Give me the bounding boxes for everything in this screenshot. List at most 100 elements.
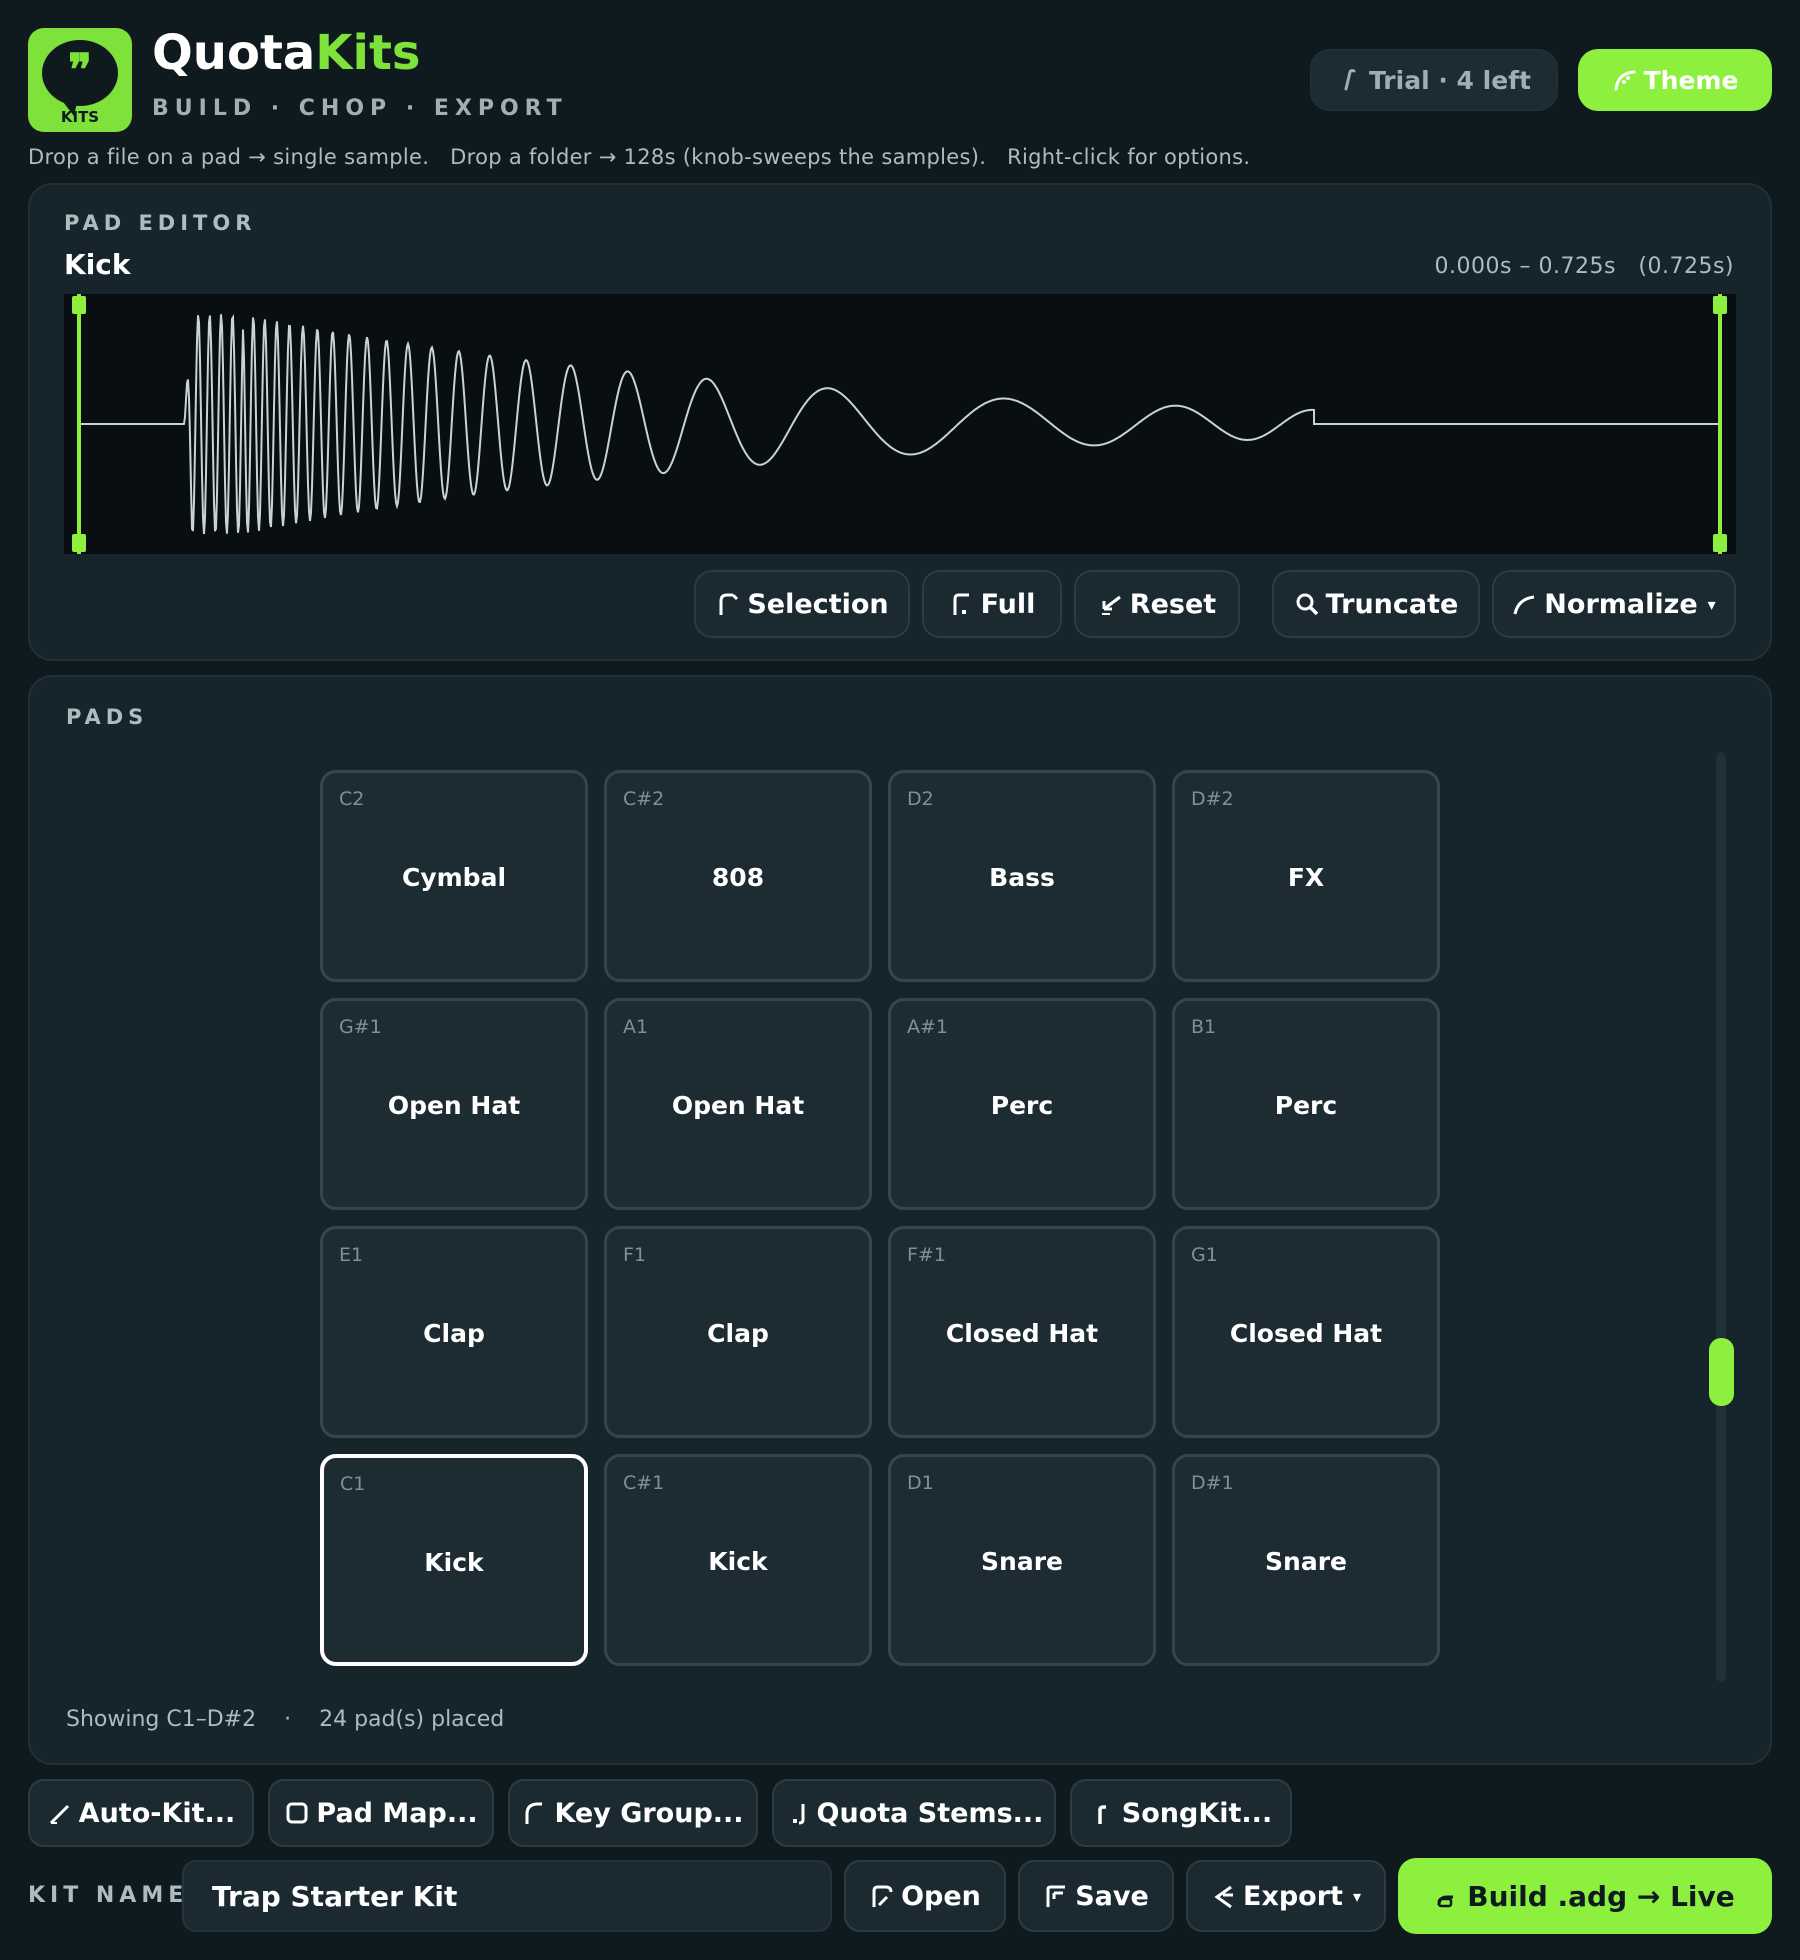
pad-note: D#1 [1191, 1472, 1234, 1494]
truncate-button[interactable]: Truncate [1272, 570, 1480, 638]
export-dropdown[interactable]: Export ▾ [1186, 1860, 1386, 1932]
quote-icon: ❞ [68, 45, 92, 96]
pad-note: A#1 [907, 1016, 949, 1038]
showing-range: Showing C1–D#2 [66, 1707, 257, 1732]
open-button[interactable]: Open [844, 1860, 1006, 1932]
pad-name: Snare [1265, 1547, 1347, 1576]
quota-stems-button[interactable]: Quota Stems... [772, 1779, 1056, 1847]
pad-name: Closed Hat [1229, 1319, 1383, 1348]
pad-name: Open Hat [387, 1091, 521, 1120]
normalize-dropdown[interactable]: Normalize ▾ [1492, 570, 1736, 638]
theme-button[interactable]: Theme [1578, 49, 1772, 111]
pads-status: Showing C1–D#2 · 24 pad(s) placed [66, 1706, 504, 1734]
pen-icon [1337, 67, 1363, 93]
app-logo: ❞ KITS [28, 28, 132, 132]
full-button[interactable]: Full [922, 570, 1062, 638]
kit-name-input[interactable] [182, 1860, 832, 1932]
songkit-button[interactable]: SongKit... [1070, 1779, 1292, 1847]
save-icon [1043, 1883, 1069, 1909]
search-icon [1294, 591, 1320, 617]
theme-label: Theme [1643, 65, 1739, 95]
auto-kit-button[interactable]: Auto-Kit... [28, 1779, 254, 1847]
chevron-down-icon: ▾ [1707, 594, 1716, 614]
app-title: QuotaKits [152, 22, 420, 84]
pad-name: Bass [989, 863, 1055, 892]
pad-name: Perc [1274, 1091, 1338, 1120]
pad[interactable]: C#2 808 [604, 770, 872, 982]
kit-name-label: KIT NAME [28, 1883, 189, 1908]
pad-name: Clap [423, 1319, 485, 1348]
selection-button[interactable]: Selection [694, 570, 910, 638]
pad-name: FX [1287, 863, 1325, 892]
pad-name: 808 [711, 863, 765, 892]
pad-editor-label: PAD EDITOR [64, 211, 257, 235]
pad-name: Clap [707, 1319, 769, 1348]
pads-scrollbar-track[interactable] [1716, 752, 1726, 1682]
waveform-view[interactable] [64, 294, 1736, 554]
pad[interactable]: C1 Kick [320, 1454, 588, 1666]
pad[interactable]: C2 Cymbal [320, 770, 588, 982]
pad-note: A1 [623, 1016, 649, 1038]
trial-label: Trial · 4 left [1369, 65, 1531, 95]
pad[interactable]: A#1 Perc [888, 998, 1156, 1210]
pads-scrollbar-thumb[interactable] [1709, 1338, 1734, 1406]
build-button[interactable]: Build .adg → Live [1398, 1858, 1772, 1934]
songkit-label: SongKit... [1121, 1797, 1273, 1829]
logo-badge: KITS [60, 108, 100, 126]
pad[interactable]: C#1 Kick [604, 1454, 872, 1666]
app-title-part1: Quota [152, 25, 316, 81]
pad[interactable]: F1 Clap [604, 1226, 872, 1438]
export-icon [1211, 1883, 1237, 1909]
waveform [79, 313, 1718, 535]
reset-button[interactable]: Reset [1074, 570, 1240, 638]
pad[interactable]: F#1 Closed Hat [888, 1226, 1156, 1438]
truncate-label: Truncate [1325, 588, 1459, 620]
normalize-icon [1512, 591, 1538, 617]
pad-note: F#1 [907, 1244, 946, 1266]
pad-name: Kick [708, 1547, 768, 1576]
reset-icon [1098, 591, 1124, 617]
app-title-part2: Kits [315, 25, 421, 81]
pad-map-button[interactable]: Pad Map... [268, 1779, 494, 1847]
pad-note: D1 [907, 1472, 934, 1494]
pads-placed-count: 24 pad(s) placed [319, 1707, 505, 1732]
key-group-icon [522, 1800, 548, 1826]
time-range: 0.000s – 0.725s (0.725s) [1434, 254, 1734, 279]
pad[interactable]: A1 Open Hat [604, 998, 872, 1210]
build-label: Build .adg → Live [1467, 1879, 1735, 1913]
key-group-label: Key Group... [554, 1797, 744, 1829]
stems-icon [785, 1800, 811, 1826]
pad-note: C#1 [623, 1472, 665, 1494]
pad[interactable]: D1 Snare [888, 1454, 1156, 1666]
pad-note: B1 [1191, 1016, 1217, 1038]
trial-button[interactable]: Trial · 4 left [1310, 49, 1558, 111]
open-label: Open [901, 1880, 981, 1912]
drop-hint: Drop a file on a pad → single sample. Dr… [28, 145, 1251, 169]
pad-note: E1 [339, 1244, 364, 1266]
reset-label: Reset [1129, 588, 1217, 620]
pad-note: G#1 [339, 1016, 382, 1038]
palette-icon [1612, 67, 1638, 93]
pad-map-label: Pad Map... [316, 1797, 478, 1829]
pad[interactable]: D2 Bass [888, 770, 1156, 982]
save-button[interactable]: Save [1018, 1860, 1174, 1932]
quota-stems-label: Quota Stems... [816, 1797, 1044, 1829]
selection-icon [715, 591, 741, 617]
pad[interactable]: B1 Perc [1172, 998, 1440, 1210]
editor-pad-name: Kick [64, 248, 131, 281]
status-separator: · [284, 1707, 292, 1732]
songkit-icon [1090, 1800, 1116, 1826]
pad[interactable]: G#1 Open Hat [320, 998, 588, 1210]
pad-name: Open Hat [671, 1091, 805, 1120]
normalize-label: Normalize [1544, 588, 1698, 620]
pad[interactable]: D#2 FX [1172, 770, 1440, 982]
pad[interactable]: E1 Clap [320, 1226, 588, 1438]
full-label: Full [980, 588, 1036, 620]
pad-note: C#2 [623, 788, 665, 810]
pad-note: C1 [340, 1473, 366, 1495]
build-icon [1435, 1883, 1461, 1909]
key-group-button[interactable]: Key Group... [508, 1779, 758, 1847]
pad[interactable]: D#1 Snare [1172, 1454, 1440, 1666]
pad-name: Closed Hat [945, 1319, 1099, 1348]
pad[interactable]: G1 Closed Hat [1172, 1226, 1440, 1438]
